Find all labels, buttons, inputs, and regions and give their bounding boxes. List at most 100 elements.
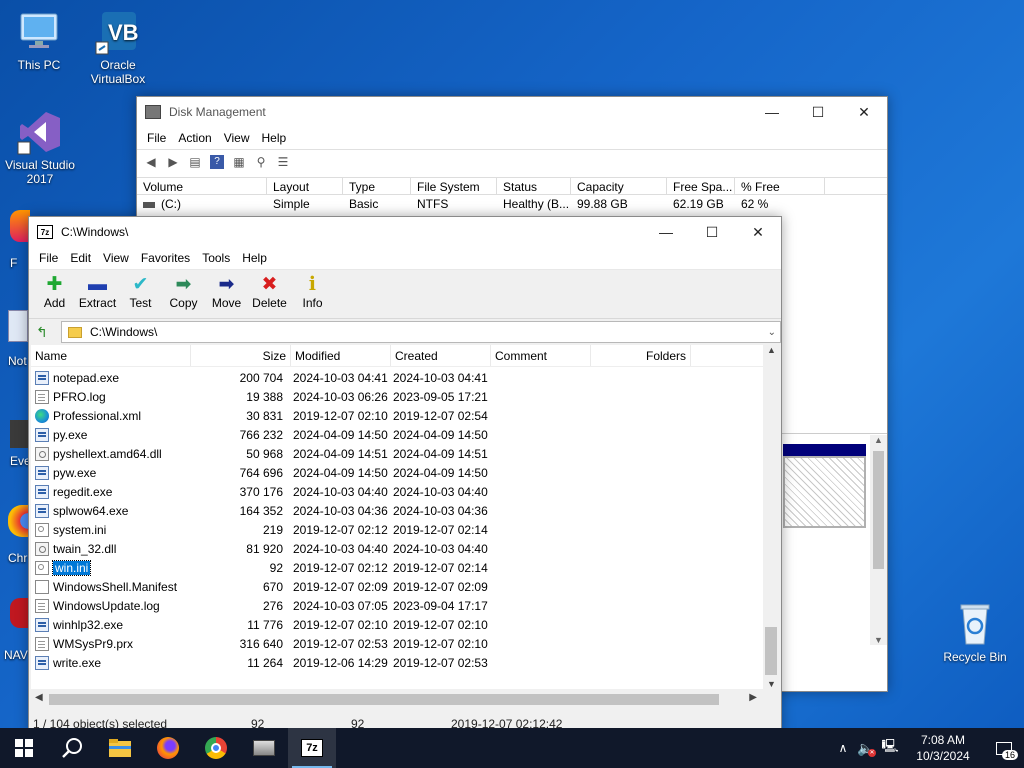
column-capacity[interactable]: Capacity	[571, 178, 667, 194]
disk-management-taskbar-button[interactable]	[240, 728, 288, 768]
scroll-up-arrow[interactable]: ▲	[763, 345, 780, 359]
menu-tools[interactable]: Tools	[196, 251, 236, 265]
copy-button[interactable]: ➡ Copy	[162, 270, 205, 310]
scroll-right-arrow[interactable]: ▶	[749, 692, 757, 703]
minimize-button[interactable]: —	[643, 217, 689, 247]
menu-file[interactable]: File	[33, 251, 64, 265]
7zip-window[interactable]: 7z C:\Windows\ — ☐ ✕ File Edit View Favo…	[28, 216, 782, 734]
column-comment[interactable]: Comment	[491, 345, 591, 366]
file-row[interactable]: splwow64.exe 164 352 2024-10-03 04:36 2024-…	[31, 501, 763, 520]
volume-muted-icon[interactable]: 🔈 ✕	[854, 740, 878, 757]
extract-button[interactable]: ▬ Extract	[76, 270, 119, 310]
start-button[interactable]	[0, 728, 48, 768]
menu-view[interactable]: View	[218, 131, 256, 145]
file-row[interactable]: regedit.exe 370 176 2024-10-03 04:40 2024-1…	[31, 482, 763, 501]
forward-arrow-icon[interactable]: ▶	[163, 153, 183, 171]
file-row[interactable]: WindowsShell.Manifest 670 2019-12-07 02:09…	[31, 577, 763, 596]
menu-action[interactable]: Action	[172, 131, 217, 145]
menu-help[interactable]: Help	[256, 131, 293, 145]
column-modified[interactable]: Modified	[291, 345, 391, 366]
firefox-button[interactable]	[144, 728, 192, 768]
file-row[interactable]: pyw.exe 764 696 2024-04-09 14:50 2024-04-09…	[31, 463, 763, 482]
file-row[interactable]: twain_32.dll 81 920 2024-10-03 04:40 2024-1…	[31, 539, 763, 558]
column-volume[interactable]: Volume	[137, 178, 267, 194]
address-input[interactable]: C:\Windows\ ⌄	[61, 321, 781, 343]
file-row[interactable]: notepad.exe 200 704 2024-10-03 04:41 2024-1…	[31, 368, 763, 387]
file-row[interactable]: WindowsUpdate.log 276 2024-10-03 07:05 2023…	[31, 596, 763, 615]
network-icon[interactable]: 🖳	[878, 737, 902, 759]
volume-capacity: 99.88 GB	[577, 197, 628, 211]
column-size[interactable]: Size	[191, 345, 291, 366]
scroll-down-arrow[interactable]: ▼	[763, 679, 780, 689]
column-name[interactable]: Name	[31, 345, 191, 366]
column-free-space[interactable]: Free Spa...	[667, 178, 735, 194]
notification-center-button[interactable]: 16	[984, 728, 1024, 768]
minus-icon: ▬	[88, 274, 107, 295]
up-folder-icon[interactable]: ↰	[31, 322, 53, 342]
delete-button[interactable]: ✖ Delete	[248, 270, 291, 310]
menu-edit[interactable]: Edit	[64, 251, 97, 265]
clock[interactable]: 7:08 AM 10/3/2024	[902, 732, 984, 764]
menu-help[interactable]: Help	[236, 251, 273, 265]
file-name: pyw.exe	[53, 465, 97, 480]
column-layout[interactable]: Layout	[267, 178, 343, 194]
maximize-button[interactable]: ☐	[689, 217, 735, 247]
close-button[interactable]: ✕	[735, 217, 781, 247]
desktop-icon-virtualbox[interactable]: VB Oracle VirtualBox	[78, 8, 158, 86]
file-row[interactable]: py.exe 766 232 2024-04-09 14:50 2024-04-09 …	[31, 425, 763, 444]
list-icon[interactable]: ☰	[273, 153, 293, 171]
console-tree-icon[interactable]: ▤	[185, 153, 205, 171]
file-row[interactable]: Professional.xml 30 831 2019-12-07 02:10 20…	[31, 406, 763, 425]
column-status[interactable]: Status	[497, 178, 571, 194]
file-row[interactable]: PFRO.log 19 388 2024-10-03 06:26 2023-09-05…	[31, 387, 763, 406]
file-explorer-button[interactable]	[96, 728, 144, 768]
scroll-down-arrow[interactable]: ▼	[870, 635, 887, 645]
chrome-button[interactable]	[192, 728, 240, 768]
properties-icon[interactable]: ▦	[229, 153, 249, 171]
file-row[interactable]: winhlp32.exe 11 776 2019-12-07 02:10 2019-1…	[31, 615, 763, 634]
file-row[interactable]: WMSysPr9.prx 316 640 2019-12-07 02:53 2019-…	[31, 634, 763, 653]
disk-graphical-scrollbar[interactable]: ▲ ▼	[870, 435, 887, 645]
7zip-titlebar[interactable]: 7z C:\Windows\ — ☐ ✕	[29, 217, 781, 247]
test-button[interactable]: ✔ Test	[119, 270, 162, 310]
column-file-system[interactable]: File System	[411, 178, 497, 194]
chevron-down-icon[interactable]: ⌄	[768, 327, 776, 338]
column-folders[interactable]: Folders	[591, 345, 691, 366]
desktop-icon-recycle-bin[interactable]: Recycle Bin	[935, 600, 1015, 664]
move-button[interactable]: ➡ Move	[205, 270, 248, 310]
minimize-button[interactable]: —	[749, 97, 795, 127]
partition-block[interactable]	[783, 456, 866, 528]
connect-icon[interactable]: ⚲	[251, 153, 271, 171]
column-type[interactable]: Type	[343, 178, 411, 194]
disk-management-titlebar[interactable]: Disk Management — ☐ ✕	[137, 97, 887, 127]
desktop-icon-this-pc[interactable]: This PC	[0, 8, 78, 72]
disk-management-icon	[253, 740, 275, 756]
scroll-thumb[interactable]	[765, 627, 777, 675]
7zip-taskbar-button[interactable]: 7z	[288, 728, 336, 768]
search-button[interactable]	[48, 728, 96, 768]
scroll-thumb[interactable]	[873, 451, 884, 569]
scroll-left-arrow[interactable]: ◀	[35, 692, 43, 703]
menu-favorites[interactable]: Favorites	[135, 251, 196, 265]
file-row[interactable]: win.ini 92 2019-12-07 02:12 2019-12-07 02:1…	[31, 558, 763, 577]
desktop-icon-visual-studio[interactable]: Visual Studio 2017	[0, 108, 80, 186]
column-percent-free[interactable]: % Free	[735, 178, 825, 194]
file-list-hscrollbar[interactable]: ◀ ▶	[31, 691, 763, 708]
menu-file[interactable]: File	[141, 131, 172, 145]
maximize-button[interactable]: ☐	[795, 97, 841, 127]
add-button[interactable]: ✚ Add	[33, 270, 76, 310]
help-icon[interactable]: ?	[210, 154, 224, 169]
menu-view[interactable]: View	[97, 251, 135, 265]
volume-row[interactable]: (C:) Simple Basic NTFS Healthy (B... 99.…	[137, 195, 887, 213]
column-created[interactable]: Created	[391, 345, 491, 366]
scroll-up-arrow[interactable]: ▲	[870, 435, 887, 449]
file-row[interactable]: pyshellext.amd64.dll 50 968 2024-04-09 14:…	[31, 444, 763, 463]
info-button[interactable]: ℹ Info	[291, 270, 334, 310]
scroll-thumb[interactable]	[49, 694, 719, 705]
back-arrow-icon[interactable]: ◀	[141, 153, 161, 171]
file-row[interactable]: write.exe 11 264 2019-12-06 14:29 2019-12-0…	[31, 653, 763, 672]
file-row[interactable]: system.ini 219 2019-12-07 02:12 2019-12-07 …	[31, 520, 763, 539]
chevron-up-icon[interactable]: ∧	[832, 741, 854, 755]
close-button[interactable]: ✕	[841, 97, 887, 127]
file-list-vscrollbar[interactable]: ▲ ▼	[763, 345, 780, 689]
